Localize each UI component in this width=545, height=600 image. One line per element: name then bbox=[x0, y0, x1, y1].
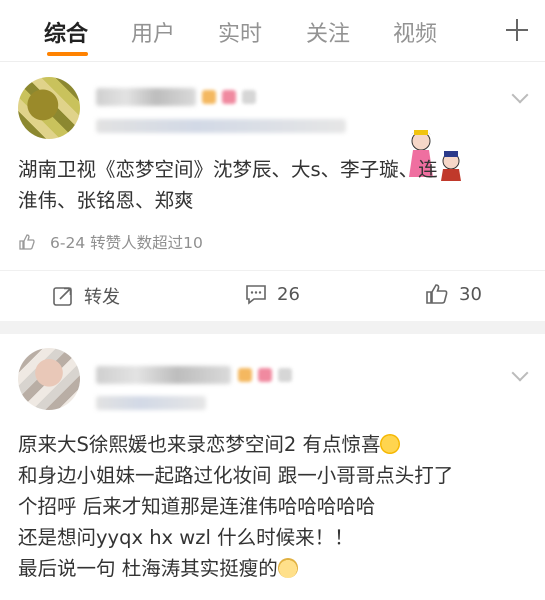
active-tab-indicator bbox=[47, 52, 88, 56]
post-source-blurred bbox=[96, 396, 206, 410]
meta-text: 6-24 转赞人数超过10 bbox=[50, 234, 203, 252]
tab-users[interactable]: 用户 bbox=[131, 16, 175, 48]
content-line: 淮伟、张铭恩、郑爽 bbox=[18, 189, 194, 212]
thumbs-up-icon bbox=[426, 284, 448, 304]
badge-icon bbox=[238, 368, 252, 382]
chevron-down-icon[interactable] bbox=[512, 371, 528, 381]
post-source-blurred bbox=[96, 119, 346, 133]
post-card-2: 原来大S徐熙媛也来录恋梦空间2 有点惊喜 和身边小姐妹一起路过化妆间 跟一小哥哥… bbox=[0, 334, 545, 600]
repost-button[interactable]: 转发 bbox=[52, 283, 120, 309]
chevron-down-icon[interactable] bbox=[512, 93, 528, 103]
content-line: 和身边小姐妹一起路过化妆间 跟一小哥哥点头打了 bbox=[18, 464, 454, 487]
content-line: 原来大S徐熙媛也来录恋梦空间2 有点惊喜 bbox=[18, 429, 528, 460]
comment-button[interactable]: 26 bbox=[245, 283, 300, 305]
username-blurred[interactable] bbox=[96, 366, 231, 384]
tab-following[interactable]: 关注 bbox=[306, 16, 350, 48]
post-card-1: 湖南卫视《恋梦空间》沈梦辰、大s、李子璇、连 淮伟、张铭恩、郑爽 6-24 转赞… bbox=[0, 63, 545, 321]
tab-video[interactable]: 视频 bbox=[393, 16, 437, 48]
content-line: 最后说一句 杜海涛其实挺瘦的 bbox=[18, 553, 528, 584]
badge-icon bbox=[242, 90, 256, 104]
post-separator bbox=[0, 321, 545, 334]
like-count: 30 bbox=[459, 283, 482, 305]
badge-icon bbox=[202, 90, 216, 104]
post-meta: 6-24 转赞人数超过10 bbox=[18, 231, 203, 253]
post-content: 原来大S徐熙媛也来录恋梦空间2 有点惊喜 和身边小姐妹一起路过化妆间 跟一小哥哥… bbox=[18, 429, 528, 584]
tab-realtime[interactable]: 实时 bbox=[218, 16, 262, 48]
thumbs-up-icon bbox=[19, 234, 35, 250]
content-line: 还是想问yyqx hx wzl 什么时候来！！ bbox=[18, 526, 354, 549]
surprised-emoji-icon bbox=[380, 434, 401, 454]
content-line: 个招呼 后来才知道那是连淮伟哈哈哈哈哈 bbox=[18, 495, 376, 518]
like-button[interactable]: 30 bbox=[425, 283, 482, 305]
content-line: 湖南卫视《恋梦空间》沈梦辰、大s、李子璇、连 bbox=[18, 158, 438, 181]
username-blurred[interactable] bbox=[96, 88, 196, 106]
comment-icon bbox=[246, 285, 266, 305]
post-actions: 转发 26 30 bbox=[0, 270, 545, 320]
badge-icon bbox=[258, 368, 272, 382]
avatar[interactable] bbox=[18, 348, 80, 410]
top-tab-bar: 综合 用户 实时 关注 视频 bbox=[0, 0, 545, 62]
badge-icon bbox=[222, 90, 236, 104]
post-content: 湖南卫视《恋梦空间》沈梦辰、大s、李子璇、连 淮伟、张铭恩、郑爽 bbox=[18, 154, 528, 216]
tab-comprehensive[interactable]: 综合 bbox=[44, 16, 88, 48]
comment-count: 26 bbox=[277, 283, 300, 305]
cat-emoji-icon bbox=[277, 558, 298, 578]
avatar[interactable] bbox=[18, 77, 80, 139]
badge-icon bbox=[278, 368, 292, 382]
share-icon bbox=[53, 287, 72, 306]
plus-icon[interactable] bbox=[504, 17, 530, 43]
repost-label: 转发 bbox=[84, 287, 120, 308]
